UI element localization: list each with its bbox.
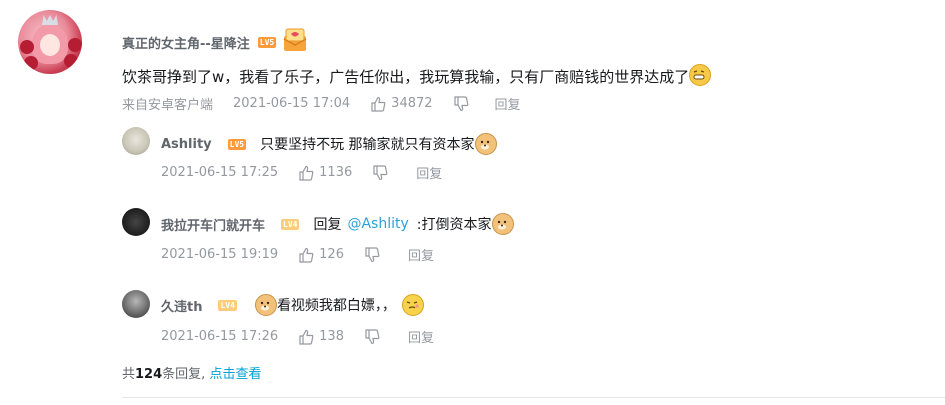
like-count: 126	[319, 247, 344, 262]
timestamp: 2021-06-15 17:26	[161, 329, 279, 344]
reply-avatar-driver[interactable]	[122, 208, 150, 236]
like-count: 138	[319, 329, 344, 344]
doge-emoji-icon	[491, 213, 514, 235]
reply-count: 124	[135, 367, 163, 382]
reply-summary-prefix: 共	[122, 367, 136, 382]
level-badge: LV5	[227, 138, 247, 150]
divider	[122, 397, 945, 398]
reply-prefix: 回复	[313, 217, 342, 233]
reply-text: 只要坚持不玩 那输家就只有资本家	[260, 137, 475, 153]
reply-3-meta: 2021-06-15 17:26 138 回复	[161, 327, 434, 346]
like-count: 1136	[319, 165, 353, 180]
dislike-button[interactable]	[453, 95, 469, 112]
reply-2-header: 我拉开车门就开车 LV4 回复 @Ashlity :打倒资本家	[161, 213, 514, 235]
thumbs-down-icon	[373, 164, 388, 180]
source-text: 来自安卓客户端	[122, 98, 214, 113]
reply-button[interactable]: 回复	[408, 245, 434, 264]
smirk-emoji-icon	[401, 294, 424, 316]
mention-link[interactable]: @Ashlity	[347, 216, 408, 232]
like-button[interactable]: 34872	[370, 96, 433, 112]
laughing-emoji-icon	[689, 64, 712, 86]
like-button[interactable]: 126	[298, 247, 344, 263]
thumbs-up-icon	[371, 96, 386, 112]
main-commenter-name[interactable]: 真正的女主角--星降注	[122, 33, 250, 52]
thumbs-down-icon	[365, 246, 380, 262]
main-comment-text: 饮茶哥挣到了w，我看了乐子，广告任你出，我玩算我输，只有厂商赔钱的世界达成了	[122, 68, 690, 86]
reply-summary-suffix: 条回复,	[162, 367, 206, 382]
main-commenter-avatar[interactable]	[18, 10, 82, 74]
reply-username[interactable]: Ashlity	[161, 137, 212, 152]
level-badge: LV5	[257, 36, 277, 48]
timestamp: 2021-06-15 17:04	[233, 96, 351, 111]
level-badge: LV4	[218, 299, 237, 311]
reply-summary: 共124条回复, 点击查看	[122, 363, 261, 382]
reply-1-meta: 2021-06-15 17:25 1136 回复	[161, 163, 442, 182]
reply-avatar-jiuwei[interactable]	[122, 290, 150, 318]
timestamp: 2021-06-15 19:19	[161, 247, 279, 262]
reply-text: 看视频我都白嫖，，	[276, 298, 396, 314]
timestamp: 2021-06-15 17:25	[161, 165, 279, 180]
reply-3-header: 久违th LV4 看视频我都白嫖，，	[161, 294, 424, 316]
reply-button[interactable]: 回复	[495, 94, 521, 113]
reply-2-meta: 2021-06-15 19:19 126 回复	[161, 245, 434, 264]
main-comment-header: 真正的女主角--星降注 LV5	[122, 27, 308, 57]
thumbs-down-icon	[453, 95, 468, 111]
reply-username[interactable]: 我拉开车门就开车	[161, 215, 265, 234]
dislike-button[interactable]	[364, 246, 380, 263]
dislike-button[interactable]	[372, 164, 388, 181]
reply-avatar-ashlity[interactable]	[122, 127, 150, 155]
view-all-replies-link[interactable]: 点击查看	[209, 367, 261, 382]
thumbs-down-icon	[365, 328, 380, 344]
main-comment-text-row: 饮茶哥挣到了w，我看了乐子，广告任你出，我玩算我输，只有厂商赔钱的世界达成了	[122, 64, 712, 87]
reply-text: :打倒资本家	[416, 217, 492, 233]
dislike-button[interactable]	[364, 328, 380, 345]
thumbs-up-icon	[299, 329, 314, 345]
thumbs-up-icon	[299, 165, 314, 181]
doge-emoji-icon	[254, 294, 277, 316]
like-button[interactable]: 138	[298, 329, 344, 345]
reply-button[interactable]: 回复	[416, 163, 442, 182]
reply-username[interactable]: 久违th	[161, 296, 202, 315]
gift-icon	[282, 27, 308, 57]
level-badge: LV4	[281, 218, 300, 230]
thumbs-up-icon	[299, 247, 314, 263]
reply-button[interactable]: 回复	[408, 327, 434, 346]
reply-1-header: Ashlity LV5 只要坚持不玩 那输家就只有资本家	[161, 133, 497, 155]
like-count: 34872	[391, 96, 433, 111]
doge-emoji-icon	[474, 133, 497, 155]
main-comment-meta: 来自安卓客户端 2021-06-15 17:04 34872 回复	[122, 94, 521, 113]
like-button[interactable]: 1136	[298, 165, 352, 181]
